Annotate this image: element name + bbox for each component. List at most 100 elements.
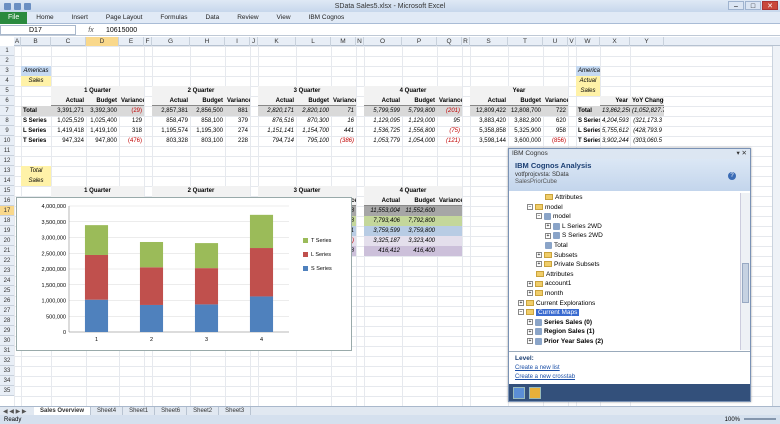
data-cell[interactable] <box>437 206 462 216</box>
expand-icon[interactable]: + <box>527 328 533 335</box>
data-cell[interactable]: 870,300 <box>296 116 331 126</box>
column-header[interactable]: X <box>600 37 630 46</box>
column-header[interactable]: W <box>576 37 600 46</box>
data-cell[interactable]: 11,552,600 <box>402 206 437 216</box>
column-header[interactable]: M <box>331 37 356 46</box>
data-cell[interactable]: 5,755,612 <box>600 126 630 136</box>
sub-header[interactable]: Actual <box>470 96 508 106</box>
column-header[interactable]: A <box>14 37 21 46</box>
quarter-header[interactable]: 4 Quarter <box>364 86 462 96</box>
filter-americas[interactable]: Americas <box>576 66 600 76</box>
quarter-header[interactable]: 1 Quarter <box>51 86 144 96</box>
row-label[interactable]: Total <box>21 106 51 116</box>
data-cell[interactable]: 794,714 <box>258 136 296 146</box>
data-cell[interactable]: 722 <box>543 106 568 116</box>
stacked-bar-chart[interactable]: 0 500,000 1,000,000 1,500,000 2,000,000 2,500… <box>16 197 352 351</box>
bar-s-series[interactable] <box>249 296 274 332</box>
create-new-list-link[interactable]: Create a new list <box>515 365 575 371</box>
data-cell[interactable]: 416,400 <box>402 246 437 256</box>
tree-node[interactable]: + Private Subsets <box>536 260 600 269</box>
quarter-header[interactable]: 4 Quarter <box>364 186 462 196</box>
data-cell[interactable]: 95 <box>437 116 462 126</box>
row-header[interactable]: 15 <box>0 186 14 196</box>
row-label[interactable]: L Series <box>576 126 600 136</box>
row-header[interactable]: 11 <box>0 146 14 156</box>
row-header[interactable]: 3 <box>0 66 14 76</box>
data-cell[interactable]: 3,759,599 <box>364 226 402 236</box>
data-cell[interactable]: 876,516 <box>258 116 296 126</box>
data-cell[interactable]: 858,100 <box>190 116 225 126</box>
sub-header[interactable]: Variance <box>543 96 568 106</box>
data-cell[interactable]: 3,759,800 <box>402 226 437 236</box>
bar-t-series[interactable] <box>194 243 219 269</box>
sub-header[interactable]: Variance <box>225 96 250 106</box>
data-cell[interactable]: 2,856,500 <box>190 106 225 116</box>
data-cell[interactable]: 3,882,800 <box>508 116 543 126</box>
row-header[interactable]: 26 <box>0 296 14 306</box>
data-cell[interactable]: 1,195,300 <box>190 126 225 136</box>
filter-sales[interactable]: Sales <box>21 76 51 86</box>
data-cell[interactable]: 5,358,858 <box>470 126 508 136</box>
row-label[interactable]: T Series <box>576 136 600 146</box>
redo-icon[interactable] <box>24 2 31 10</box>
sheet-nav-arrows[interactable]: ◀ ◀ ▶ ▶ <box>0 408 34 415</box>
sub-header[interactable]: Budget <box>86 96 119 106</box>
bar-l-series[interactable] <box>194 268 219 305</box>
row-header[interactable]: 31 <box>0 346 14 356</box>
data-cell[interactable]: 7,792,800 <box>402 216 437 226</box>
data-cell[interactable]: 441 <box>331 126 356 136</box>
data-cell[interactable]: 1,129,000 <box>402 116 437 126</box>
create-new-crosstab-link[interactable]: Create a new crosstab <box>515 374 575 380</box>
tree-scrollbar[interactable] <box>740 193 750 350</box>
collapse-icon[interactable]: − <box>527 203 533 210</box>
data-cell[interactable]: 3,323,400 <box>402 236 437 246</box>
column-header[interactable]: U <box>543 37 568 46</box>
sub-header[interactable]: Budget <box>402 96 437 106</box>
data-cell[interactable]: (201) <box>437 106 462 116</box>
row-header[interactable]: 25 <box>0 286 14 296</box>
data-cell[interactable]: 2,820,171 <box>258 106 296 116</box>
data-cell[interactable]: (476) <box>119 136 144 146</box>
column-header[interactable]: K <box>258 37 296 46</box>
quarter-header[interactable]: 2 Quarter <box>152 86 250 96</box>
expand-icon[interactable]: + <box>527 319 533 326</box>
data-cell[interactable]: 5,799,599 <box>364 106 402 116</box>
column-header[interactable]: R <box>462 37 470 46</box>
tab-formulas[interactable]: Formulas <box>151 14 196 21</box>
row-header[interactable]: 5 <box>0 86 14 96</box>
expand-icon[interactable]: + <box>545 223 551 230</box>
tree-node[interactable]: + L Series 2WD <box>545 222 602 231</box>
tree-node[interactable]: + month <box>527 289 563 298</box>
bar-t-series[interactable] <box>139 241 164 268</box>
data-cell[interactable]: (1,052,827.7 <box>630 106 664 116</box>
tree-node[interactable]: + Region Sales (1) <box>527 327 595 336</box>
data-cell[interactable]: 274 <box>225 126 250 136</box>
data-cell[interactable]: 1,556,800 <box>402 126 437 136</box>
data-cell[interactable]: 3,600,000 <box>508 136 543 146</box>
row-header[interactable]: 8 <box>0 116 14 126</box>
row-label[interactable]: S Series <box>576 116 600 126</box>
data-cell[interactable]: 3,325,187 <box>364 236 402 246</box>
column-header[interactable]: Q <box>437 37 462 46</box>
filter-americas[interactable]: Americas <box>21 66 51 76</box>
data-cell[interactable]: 5,325,900 <box>508 126 543 136</box>
quarter-header[interactable]: 3 Quarter <box>258 186 356 196</box>
data-cell[interactable]: 2,820,100 <box>296 106 331 116</box>
bar-t-series[interactable] <box>84 225 109 255</box>
help-icon[interactable]: ? <box>728 172 736 180</box>
formula-input[interactable]: 10615000 <box>106 27 137 34</box>
data-cell[interactable]: 7,793,406 <box>364 216 402 226</box>
data-cell[interactable]: 2,857,381 <box>152 106 190 116</box>
search-icon[interactable] <box>529 386 541 399</box>
data-cell[interactable]: 1,154,700 <box>296 126 331 136</box>
bar-l-series[interactable] <box>84 254 109 300</box>
filter-total[interactable]: Total <box>21 166 51 176</box>
data-cell[interactable]: 1,195,574 <box>152 126 190 136</box>
row-header[interactable]: 1 <box>0 46 14 56</box>
data-cell[interactable]: (321,173.3 <box>630 116 664 126</box>
column-header[interactable]: D <box>86 37 119 46</box>
bar-s-series[interactable] <box>139 304 164 332</box>
column-header[interactable]: B <box>21 37 51 46</box>
sub-header[interactable]: Budget <box>296 96 331 106</box>
row-header[interactable]: 23 <box>0 266 14 276</box>
